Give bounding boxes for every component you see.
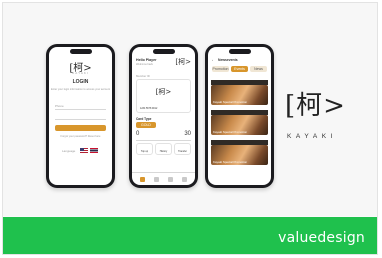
news-item-caption: Kayaki Special Promotion: [213, 130, 248, 134]
news-icon[interactable]: [168, 177, 173, 182]
action-topup[interactable]: Top up: [136, 143, 153, 155]
member-label: Member ID: [136, 74, 150, 78]
nav-divider: [132, 172, 195, 173]
greeting-sub: Welcome back: [136, 63, 153, 66]
action-transfer[interactable]: Transfer: [174, 143, 191, 155]
action-transfer-label: Transfer: [178, 150, 187, 153]
phone-login: [柯> KAYAKI LOGIN Enter your login inform…: [46, 44, 115, 188]
phone-field[interactable]: Phone: [55, 104, 64, 108]
news-item-caption: Kayaki Special Promotion: [213, 100, 248, 104]
phone-notch: [69, 49, 92, 54]
news-item-image[interactable]: Kayaki Special Promotion: [211, 115, 268, 135]
news-item-image[interactable]: Kayaki Special Promotion: [211, 145, 268, 165]
hero-image: [柯> KAYAKI LOGIN Enter your login inform…: [3, 3, 377, 216]
news-title: Newsevents: [218, 58, 238, 62]
member-card[interactable]: [柯> 1234 5678 9012: [136, 79, 191, 113]
valuedesign-banner[interactable]: valuedesign: [3, 217, 377, 254]
action-history-label: History: [159, 150, 168, 153]
login-title: LOGIN: [72, 79, 89, 85]
header-logo: [柯>: [175, 58, 191, 66]
card-screen: Hello Player Welcome back [柯> Member ID …: [132, 47, 195, 185]
action-topup-label: Top up: [140, 150, 149, 153]
login-screen: [柯> KAYAKI LOGIN Enter your login inform…: [49, 47, 112, 185]
thai-flag-icon[interactable]: [90, 148, 98, 153]
phone-field-underline: [55, 109, 106, 110]
card-icon[interactable]: [154, 177, 159, 182]
phone-news: ‹ Newsevents Promotion Events News Kayak…: [205, 44, 274, 188]
login-button[interactable]: [55, 125, 106, 131]
tab-promotion[interactable]: Promotion: [212, 66, 229, 72]
card-type-label: Card Type: [136, 117, 152, 121]
card-logo: [柯>: [155, 88, 172, 96]
back-arrow-icon[interactable]: ‹: [212, 58, 213, 62]
banner-text: valuedesign: [278, 230, 365, 246]
phone-notch: [152, 49, 175, 54]
phone-notch: [228, 49, 251, 54]
card-value: 30: [184, 131, 191, 137]
us-flag-icon[interactable]: [80, 148, 88, 153]
news-item-image[interactable]: Kayaki Special Promotion: [211, 85, 268, 105]
card-number: 1234 5678 9012: [140, 107, 158, 110]
greeting: Hello Player: [136, 58, 157, 62]
portfolio-card[interactable]: [柯> KAYAKI LOGIN Enter your login inform…: [2, 2, 378, 255]
password-field[interactable]: [55, 119, 106, 120]
points-value: 0: [136, 131, 140, 137]
news-screen: ‹ Newsevents Promotion Events News Kayak…: [208, 47, 271, 185]
login-subtitle: Enter your login information to access y…: [51, 88, 110, 91]
divider: [136, 140, 191, 141]
tab-news[interactable]: News: [250, 66, 267, 72]
login-brand: KAYAKI: [72, 71, 89, 75]
language-label: Language: [62, 149, 76, 153]
forgot-link[interactable]: Forgot your password? Reset here: [49, 135, 112, 138]
action-history[interactable]: History: [155, 143, 172, 155]
card-type-badge: GOLD: [136, 122, 156, 128]
kayaki-wordmark: KAYAKI: [287, 133, 338, 140]
tab-events[interactable]: Events: [231, 66, 248, 72]
kayaki-logo: [柯>: [285, 91, 346, 121]
news-item-caption: Kayaki Special Promotion: [213, 160, 248, 164]
profile-icon[interactable]: [182, 177, 187, 182]
phone-card: Hello Player Welcome back [柯> Member ID …: [129, 44, 198, 188]
home-icon[interactable]: [140, 177, 145, 182]
